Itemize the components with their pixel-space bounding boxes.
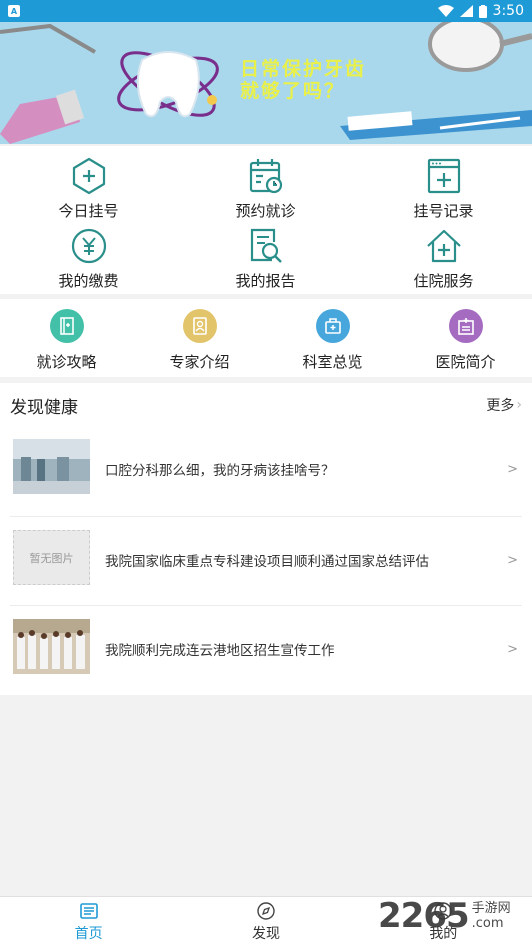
promo-banner[interactable]: 日常保护牙齿 就够了吗？ <box>0 22 532 144</box>
visit-guide-button[interactable]: 就诊攻略 <box>0 299 133 377</box>
nav-home-label: 首页 <box>74 925 103 942</box>
banner-headline: 日常保护牙齿 就够了吗？ <box>240 58 366 102</box>
news-thumbnail <box>13 619 90 674</box>
hospital-icon <box>448 309 483 343</box>
wifi-icon <box>437 5 454 17</box>
watermark-line-2: .com <box>471 916 504 931</box>
my-reports-label: 我的报告 <box>235 272 296 290</box>
registration-records-label: 挂号记录 <box>413 202 474 220</box>
compass-icon <box>257 901 275 920</box>
news-item[interactable]: 我院顺利完成连云港地区招生宣传工作 > <box>0 605 532 693</box>
department-overview-label: 科室总览 <box>302 353 363 371</box>
expert-intro-button[interactable]: 专家介绍 <box>133 299 266 377</box>
banner-line-1: 日常保护牙齿 <box>240 58 367 80</box>
signal-icon <box>459 5 473 17</box>
doctor-badge-icon <box>182 309 217 343</box>
news-item[interactable]: 暂无图片 我院国家临床重点专科建设项目顺利通过国家总结评估 > <box>0 516 532 604</box>
appointment-label: 预约就诊 <box>235 202 296 220</box>
hospital-intro-button[interactable]: 医院简介 <box>399 299 532 377</box>
today-registration-label: 今日挂号 <box>58 202 119 220</box>
news-item[interactable]: 口腔分科那么细，我的牙病该挂啥号？ > <box>0 425 532 513</box>
my-reports-button[interactable]: 我的报告 <box>177 222 354 292</box>
status-time: 3:50 <box>492 3 524 19</box>
medical-kit-icon <box>315 309 350 343</box>
appointment-button[interactable]: 预约就诊 <box>177 152 354 222</box>
chevron-right-icon: > <box>507 552 518 568</box>
news-title: 我院国家临床重点专科建设项目顺利通过国家总结评估 <box>105 554 429 570</box>
guide-book-icon <box>49 309 84 343</box>
my-payments-button[interactable]: 我的缴费 <box>0 222 177 292</box>
chevron-right-icon: > <box>507 461 518 477</box>
discover-header: 发现健康 更多 › <box>0 383 532 427</box>
news-thumbnail-placeholder: 暂无图片 <box>13 530 90 585</box>
yuan-coin-icon <box>71 228 106 264</box>
chevron-right-icon: › <box>516 397 522 413</box>
watermark-number: 2265 <box>378 896 470 936</box>
discover-health-section: 发现健康 更多 › 口腔分科那么细，我的牙病该挂啥号？ > 暂无图片 我院国家临… <box>0 383 532 695</box>
more-label: 更多 <box>486 398 515 414</box>
battery-icon <box>478 4 487 18</box>
more-link[interactable]: 更多 › <box>486 395 522 415</box>
news-title: 我院顺利完成连云港地区招生宣传工作 <box>105 643 335 659</box>
site-watermark: 2265 手游网 .com <box>378 893 528 939</box>
discover-title: 发现健康 <box>10 397 78 418</box>
plus-hex-icon <box>72 157 105 195</box>
app-notification-icon: A <box>8 5 20 17</box>
department-overview-button[interactable]: 科室总览 <box>266 299 399 377</box>
secondary-function-grid: 就诊攻略 专家介绍 科室总览 医院简介 <box>0 299 532 377</box>
today-registration-button[interactable]: 今日挂号 <box>0 152 177 222</box>
nav-home[interactable]: 首页 <box>0 897 177 946</box>
calendar-clock-icon <box>249 159 282 194</box>
news-thumbnail <box>13 439 90 494</box>
chevron-right-icon: > <box>507 641 518 657</box>
inpatient-service-button[interactable]: 住院服务 <box>355 222 532 292</box>
nav-discover-label: 发现 <box>251 925 280 942</box>
hospital-intro-label: 医院简介 <box>435 353 496 371</box>
watermark-line-1: 手游网 <box>471 901 511 916</box>
my-payments-label: 我的缴费 <box>58 272 119 290</box>
news-title: 口腔分科那么细，我的牙病该挂啥号？ <box>105 463 335 479</box>
house-plus-icon <box>426 229 461 263</box>
main-function-grid: 今日挂号 预约就诊 挂号记录 我的缴费 我的报告 住院服务 <box>0 146 532 294</box>
browser-plus-icon <box>427 158 460 194</box>
expert-intro-label: 专家介绍 <box>169 353 230 371</box>
status-bar: A 3:50 <box>0 0 532 22</box>
registration-records-button[interactable]: 挂号记录 <box>355 152 532 222</box>
visit-guide-label: 就诊攻略 <box>36 353 97 371</box>
report-search-icon <box>250 228 282 263</box>
watermark-text: 手游网 .com <box>472 901 511 931</box>
home-page-icon <box>79 902 98 919</box>
banner-line-2: 就够了吗？ <box>240 80 346 102</box>
inpatient-service-label: 住院服务 <box>413 272 474 290</box>
nav-discover[interactable]: 发现 <box>177 897 354 946</box>
